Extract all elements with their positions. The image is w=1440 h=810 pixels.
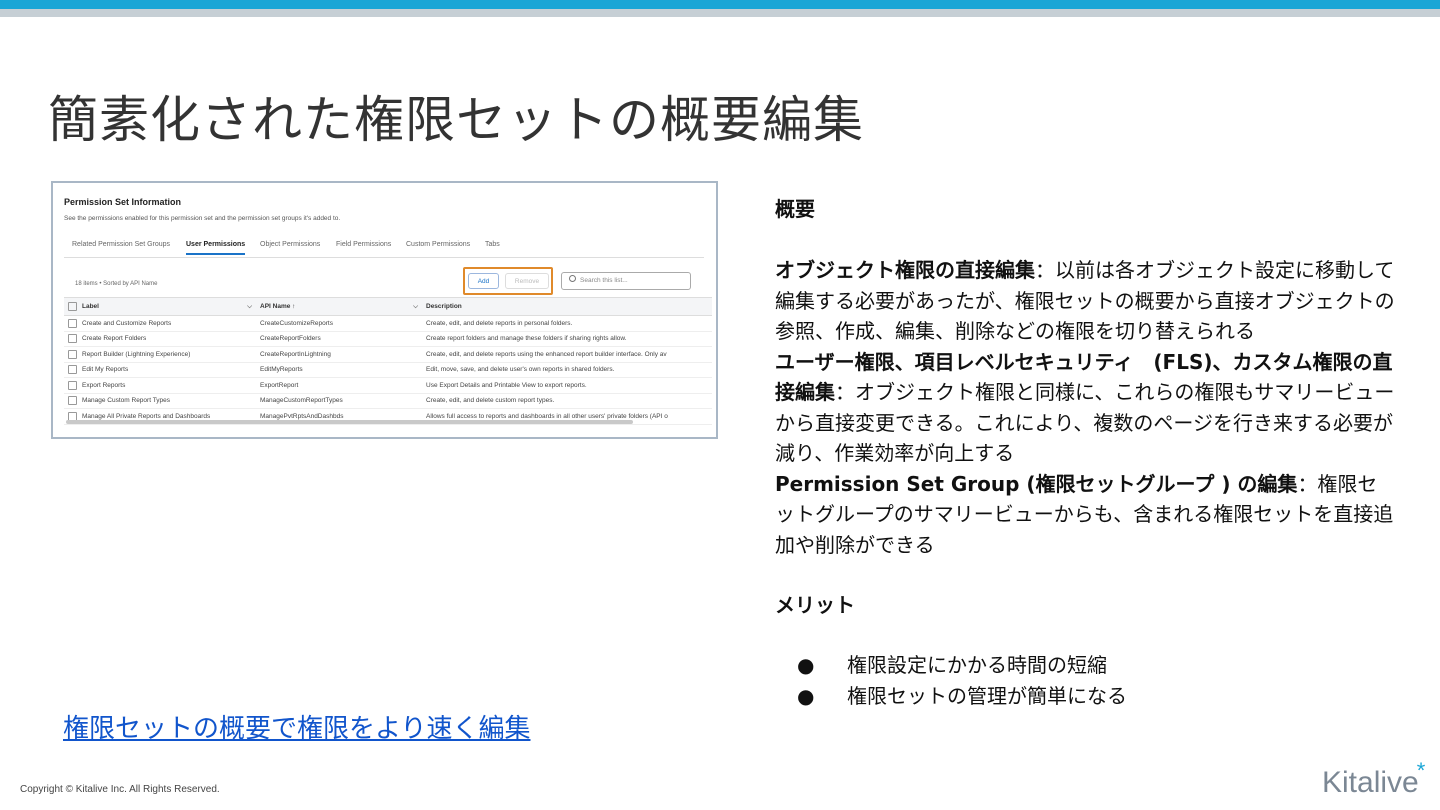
row-select[interactable] [64, 377, 78, 394]
paragraph-object-permissions: オブジェクト権限の直接編集：以前は各オブジェクト設定に移動して編集する必要があっ… [775, 258, 1395, 343]
tab-user-permissions[interactable]: User Permissions [186, 241, 246, 255]
cell-description: Create, edit, and delete reports using t… [422, 346, 712, 363]
search-input[interactable]: Search this list... [561, 272, 691, 290]
cell-description: Edit, move, save, and delete user's own … [422, 362, 712, 378]
table-row[interactable]: Edit My Reports EditMyReports Edit, move, … [64, 362, 712, 378]
table-row[interactable]: Create Report Folders CreateReportFolders… [64, 331, 712, 347]
row-select[interactable] [64, 393, 78, 409]
top-accent-bar [0, 0, 1440, 9]
table-row[interactable]: Export Reports ExportReport Use Export Det… [64, 377, 712, 394]
row-select[interactable] [64, 346, 78, 363]
cell-description: Create, edit, and delete custom report t… [422, 393, 712, 409]
cell-api-name: CreateCustomizeReports [256, 315, 422, 332]
row-checkbox[interactable] [68, 349, 77, 359]
table-header-row: Label ⌵ API Name ↑ ⌵ Description [64, 297, 712, 316]
row-checkbox[interactable] [68, 396, 77, 406]
row-select[interactable] [64, 331, 78, 347]
cell-description: Use Export Details and Printable View to… [422, 377, 712, 394]
row-checkbox[interactable] [68, 318, 77, 328]
kitalive-logo: Kitalive* [1322, 758, 1426, 799]
paragraph-user-permissions: ユーザー権限、項目レベルセキュリティ (FLS)、カスタム権限の直接編集：オブジ… [775, 349, 1395, 466]
cell-api-name: ManageCustomReportTypes [256, 393, 422, 409]
remove-button[interactable]: Remove [505, 273, 549, 289]
merit-heading: メリット [775, 593, 855, 617]
cell-label: Create Report Folders [78, 331, 256, 347]
panel-heading: Permission Set Information [64, 197, 182, 207]
merit-list: ● 権限設定にかかる時間の短縮 ● 権限セットの管理が簡単になる [797, 650, 1127, 711]
row-checkbox[interactable] [68, 380, 77, 390]
cell-label: Export Reports [78, 377, 256, 394]
column-header-description[interactable]: Description [422, 297, 712, 316]
paragraph-permission-set-group: Permission Set Group (権限セットグループ ) の編集：権限… [775, 471, 1394, 557]
cell-api-name: EditMyReports [256, 362, 422, 378]
overview-heading: 概要 [775, 197, 815, 221]
row-checkbox[interactable] [68, 334, 77, 344]
list-meta: 18 items • Sorted by API Name [75, 281, 158, 287]
list-item: ● 権限セットの管理が簡単になる [797, 683, 1127, 708]
row-checkbox[interactable] [68, 365, 77, 375]
table-row[interactable]: Report Builder (Lightning Experience) Cre… [64, 346, 712, 363]
horizontal-scrollbar[interactable] [66, 420, 633, 424]
cell-label: Create and Customize Reports [78, 315, 256, 332]
cell-description: Create, edit, and delete reports in pers… [422, 315, 712, 332]
add-button[interactable]: Add [468, 273, 499, 289]
cell-label: Report Builder (Lightning Experience) [78, 346, 256, 363]
row-select[interactable] [64, 362, 78, 378]
select-all-checkbox[interactable] [68, 302, 77, 311]
cell-api-name: CreateReportInLightning [256, 346, 422, 363]
permission-set-screenshot: Permission Set Information See the permi… [51, 181, 718, 439]
slide-title: 簡素化された権限セットの概要編集 [48, 91, 864, 149]
chevron-down-icon[interactable]: ⌵ [247, 303, 252, 311]
tab-object-permissions[interactable]: Object Permissions [260, 241, 320, 248]
top-gray-bar [0, 9, 1440, 17]
chevron-down-icon[interactable]: ⌵ [413, 303, 418, 311]
column-header-api-name[interactable]: API Name ↑ ⌵ [256, 297, 422, 316]
select-all-header[interactable] [64, 297, 78, 316]
cell-description: Create report folders and manage these f… [422, 331, 712, 347]
cell-api-name: ExportReport [256, 377, 422, 394]
cell-label: Manage Custom Report Types [78, 393, 256, 409]
tab-bar: Related Permission Set Groups User Permi… [64, 241, 704, 258]
tab-related-permission-set-groups[interactable]: Related Permission Set Groups [72, 241, 170, 248]
copyright-text: Copyright © Kitalive Inc. All Rights Res… [20, 784, 220, 795]
tab-field-permissions[interactable]: Field Permissions [336, 241, 391, 248]
summary-paragraphs: オブジェクト権限の直接編集：以前は各オブジェクト設定に移動して編集する必要があっ… [775, 255, 1395, 560]
list-item: ● 権限設定にかかる時間の短縮 [797, 653, 1107, 677]
column-header-label[interactable]: Label ⌵ [78, 297, 256, 316]
permissions-table: Label ⌵ API Name ↑ ⌵ Description Create an… [64, 297, 712, 425]
table-row[interactable]: Manage Custom Report Types ManageCustomRe… [64, 393, 712, 409]
row-select[interactable] [64, 315, 78, 332]
star-icon: * [1416, 758, 1426, 783]
search-placeholder: Search this list... [580, 277, 628, 284]
search-icon [569, 275, 576, 282]
cell-label: Edit My Reports [78, 362, 256, 378]
tab-custom-permissions[interactable]: Custom Permissions [406, 241, 470, 248]
panel-subheading: See the permissions enabled for this per… [64, 215, 341, 222]
tab-tabs[interactable]: Tabs [485, 241, 500, 248]
table-row[interactable]: Create and Customize Reports CreateCustom… [64, 315, 712, 332]
cell-api-name: CreateReportFolders [256, 331, 422, 347]
edit-permissions-link[interactable]: 権限セットの概要で権限をより速く編集 [63, 708, 530, 745]
